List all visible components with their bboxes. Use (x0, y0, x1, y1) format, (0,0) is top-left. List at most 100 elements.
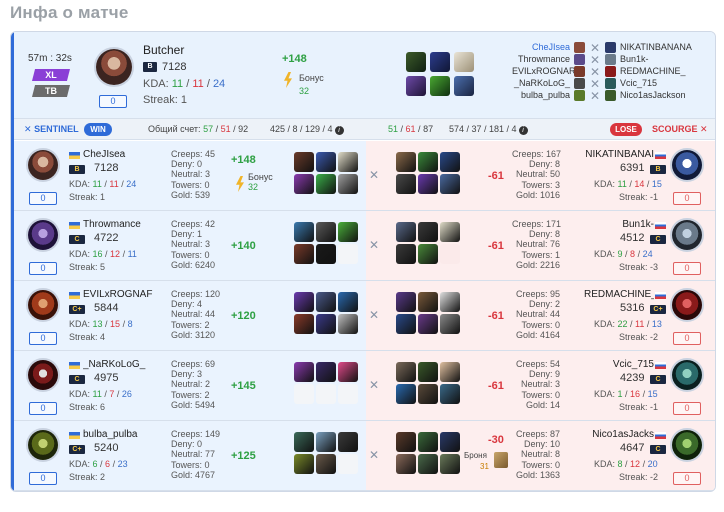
item-icon[interactable] (316, 174, 336, 194)
player-avatar[interactable] (26, 288, 60, 322)
item-icon[interactable] (430, 76, 450, 96)
item-icon[interactable] (440, 292, 460, 312)
item-icon[interactable] (454, 76, 474, 96)
item-icon[interactable] (406, 52, 426, 72)
item-icon[interactable] (418, 222, 438, 242)
item-icon[interactable] (440, 362, 460, 382)
scourge-name[interactable]: Bun1k- (620, 53, 692, 65)
item-icon[interactable] (338, 384, 358, 404)
item-icon[interactable] (418, 314, 438, 334)
item-icon[interactable] (396, 292, 416, 312)
player-avatar[interactable] (670, 148, 704, 182)
butcher-portrait-icon (96, 49, 132, 85)
item-icon[interactable] (440, 314, 460, 334)
item-icon[interactable] (316, 384, 336, 404)
item-icon[interactable] (338, 292, 358, 312)
item-icon[interactable] (440, 244, 460, 264)
item-icon[interactable] (440, 384, 460, 404)
item-icon[interactable] (338, 244, 358, 264)
item-icon[interactable] (396, 314, 416, 334)
player-avatar[interactable] (670, 358, 704, 392)
item-icon[interactable] (440, 454, 460, 474)
item-icon[interactable] (396, 222, 416, 242)
player-name[interactable]: Throwmance (83, 219, 153, 230)
player-avatar[interactable] (26, 218, 60, 252)
item-icon[interactable] (454, 52, 474, 72)
player-name[interactable]: NIKATINBANAI (584, 149, 654, 160)
player-name[interactable]: bulba_pulba (83, 429, 153, 440)
item-icon[interactable] (316, 454, 336, 474)
item-icon[interactable] (338, 432, 358, 452)
scourge-name[interactable]: Vcic_715 (620, 77, 692, 89)
item-icon[interactable] (418, 152, 438, 172)
item-icon[interactable] (294, 362, 314, 382)
item-icon[interactable] (418, 454, 438, 474)
item-icon[interactable] (294, 314, 314, 334)
mvp-avatar[interactable] (94, 47, 134, 87)
item-icon[interactable] (338, 222, 358, 242)
item-icon[interactable] (316, 314, 336, 334)
item-icon[interactable] (440, 432, 460, 452)
item-icon[interactable] (294, 292, 314, 312)
item-icon[interactable] (316, 222, 336, 242)
sentinel-name[interactable]: _NaRKoLoG_ (512, 77, 570, 89)
item-icon[interactable] (396, 454, 416, 474)
player-avatar[interactable] (26, 428, 60, 462)
item-icon[interactable] (316, 362, 336, 382)
item-icon[interactable] (418, 292, 438, 312)
item-icon[interactable] (294, 432, 314, 452)
player-name[interactable]: EVILxROGNAF (83, 289, 153, 300)
item-icon[interactable] (418, 244, 438, 264)
item-icon[interactable] (338, 314, 358, 334)
item-icon[interactable] (396, 384, 416, 404)
player-avatar[interactable] (26, 358, 60, 392)
scourge-name[interactable]: NIKATINBANANA (620, 41, 692, 53)
item-icon[interactable] (294, 152, 314, 172)
scourge-name[interactable]: REDMACHINE_ (620, 65, 692, 77)
item-icon[interactable] (440, 152, 460, 172)
sentinel-name[interactable]: CheJIsea (512, 41, 570, 53)
item-icon[interactable] (396, 174, 416, 194)
item-icon[interactable] (338, 362, 358, 382)
item-icon[interactable] (418, 174, 438, 194)
item-icon[interactable] (316, 152, 336, 172)
item-icon[interactable] (440, 174, 460, 194)
item-icon[interactable] (316, 292, 336, 312)
item-icon[interactable] (316, 244, 336, 264)
item-icon[interactable] (338, 152, 358, 172)
player-name[interactable]: _NaRKoLoG_ (83, 359, 153, 370)
item-icon[interactable] (396, 152, 416, 172)
item-icon[interactable] (406, 76, 426, 96)
player-name[interactable]: Nico1asJacks (584, 429, 654, 440)
player-avatar[interactable] (26, 148, 60, 182)
item-icon[interactable] (396, 432, 416, 452)
sentinel-name[interactable]: EVILxROGNAR (512, 65, 576, 77)
item-icon[interactable] (294, 454, 314, 474)
sentinel-name[interactable]: bulba_pulba (512, 89, 570, 101)
item-icon[interactable] (396, 362, 416, 382)
item-icon[interactable] (294, 384, 314, 404)
scourge-name[interactable]: Nico1asJackson (620, 89, 692, 101)
item-icon[interactable] (418, 432, 438, 452)
info-icon[interactable]: i (334, 126, 344, 135)
player-avatar[interactable] (670, 218, 704, 252)
info-icon[interactable]: i (518, 126, 528, 135)
sentinel-name[interactable]: Throwmance (512, 53, 570, 65)
player-name[interactable]: CheJIsea (83, 149, 153, 160)
item-icon[interactable] (418, 384, 438, 404)
item-icon[interactable] (294, 174, 314, 194)
item-icon[interactable] (294, 244, 314, 264)
item-icon[interactable] (316, 432, 336, 452)
player-name[interactable]: Vcic_715 (584, 359, 654, 370)
player-avatar[interactable] (670, 288, 704, 322)
player-avatar[interactable] (670, 428, 704, 462)
item-icon[interactable] (440, 222, 460, 242)
item-icon[interactable] (338, 454, 358, 474)
item-icon[interactable] (430, 52, 450, 72)
item-icon[interactable] (338, 174, 358, 194)
item-icon[interactable] (418, 362, 438, 382)
item-icon[interactable] (294, 222, 314, 242)
player-name[interactable]: REDMACHINE_ (584, 289, 654, 300)
item-icon[interactable] (396, 244, 416, 264)
player-name[interactable]: Bun1k- (584, 219, 654, 230)
